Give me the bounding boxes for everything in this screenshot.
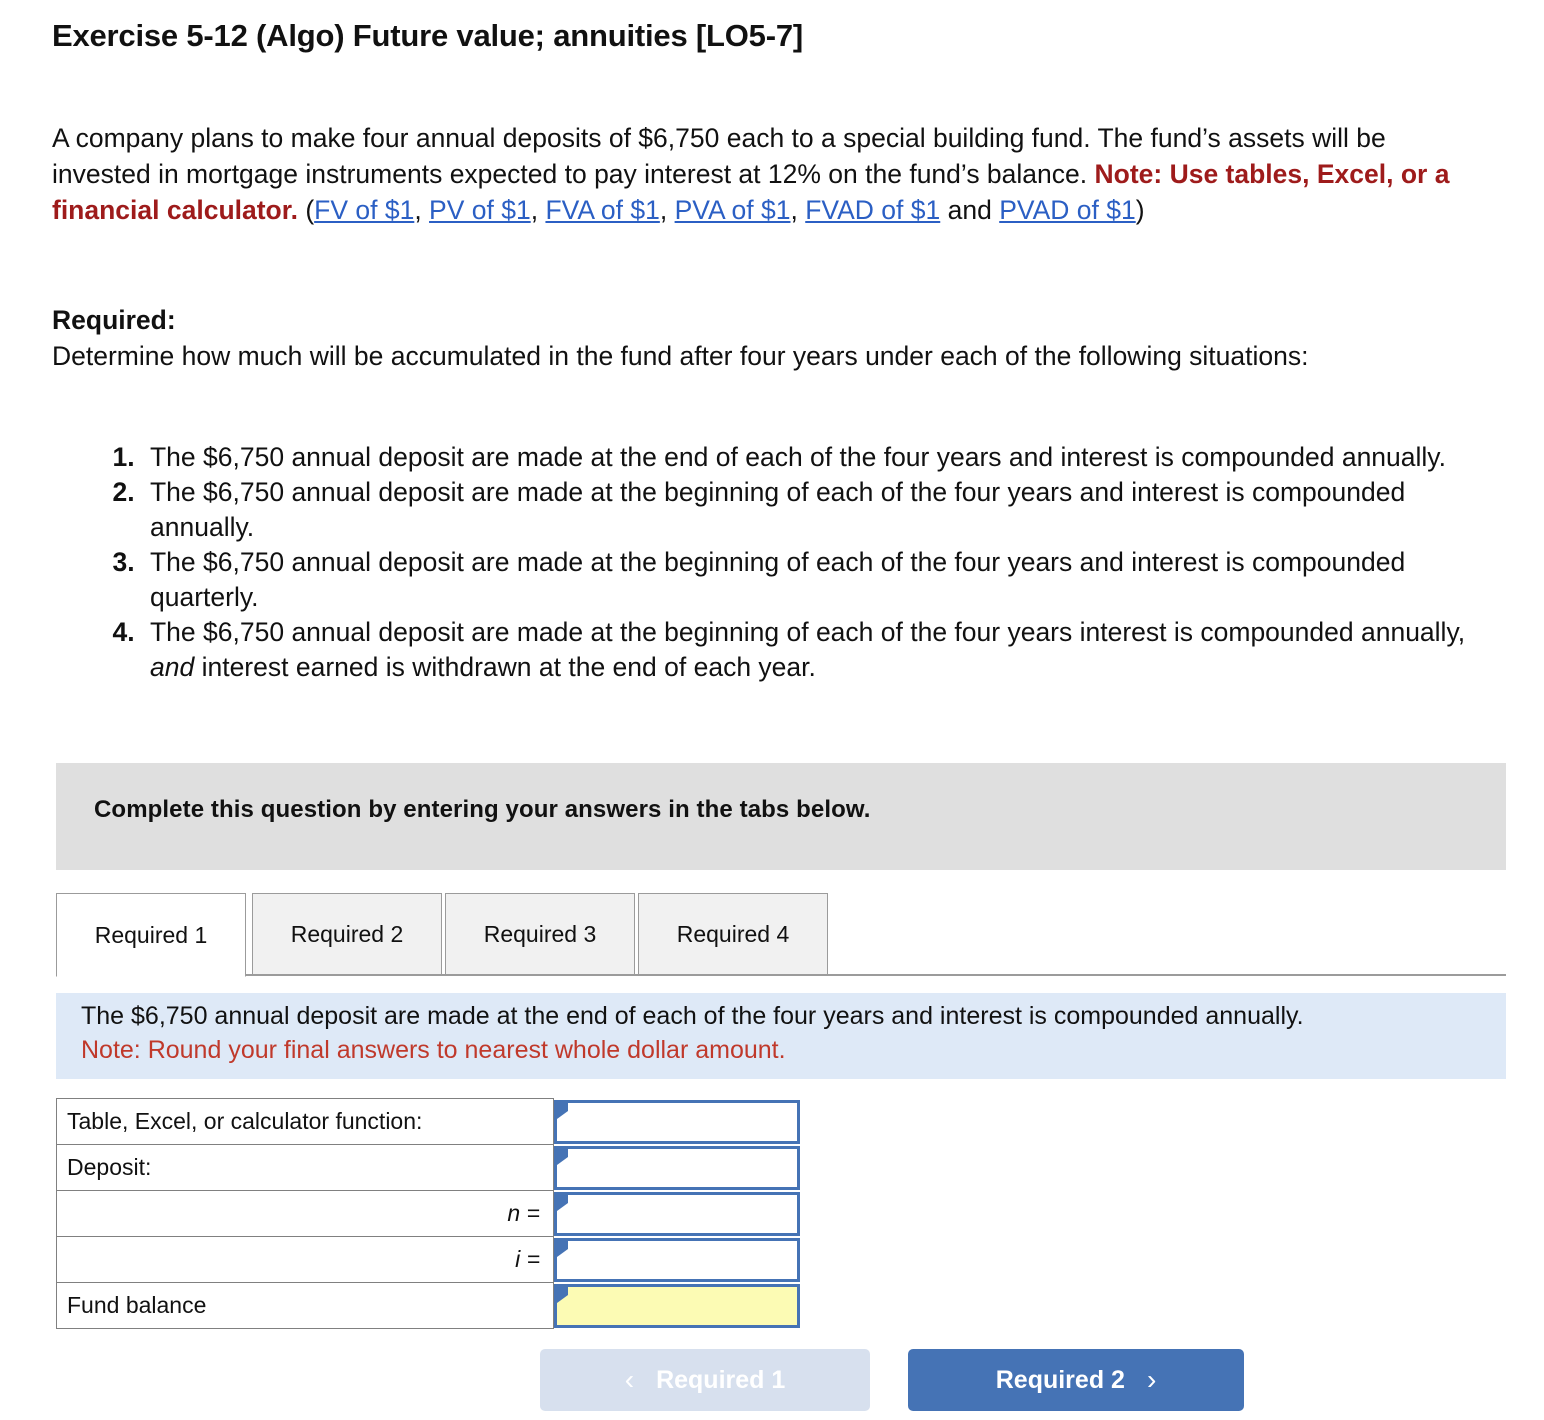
sep-4: and [940,195,1000,225]
situation-4-pre: The $6,750 annual deposit are made at th… [150,617,1466,647]
tab-required-1[interactable]: Required 1 [56,893,246,977]
row-label-function: Table, Excel, or calculator function: [56,1098,554,1145]
requirement-banner: The $6,750 annual deposit are made at th… [56,993,1506,1079]
tab-label: Required 1 [94,921,208,948]
answer-cell-fund-balance [554,1283,802,1329]
i-input[interactable] [557,1240,797,1279]
requirement-banner-text: The $6,750 annual deposit are made at th… [81,1002,1304,1030]
input-wrapper [554,1237,800,1282]
row-label-n: n = [56,1190,554,1237]
input-wrapper [554,1191,800,1236]
link-pva-of-1[interactable]: PVA of $1 [675,195,791,225]
next-required-button[interactable]: Required 2 › [908,1349,1244,1411]
prev-required-label: Required 1 [656,1365,786,1394]
situation-4-emphasis: and [150,652,195,682]
list-item: The $6,750 annual deposit are made at th… [142,545,1506,615]
list-item: The $6,750 annual deposit are made at th… [142,440,1506,475]
input-wrapper [554,1099,800,1144]
chevron-left-icon: ‹ [624,1364,635,1395]
fund-balance-input[interactable] [557,1286,797,1325]
instruction-bar-text: Complete this question by entering your … [94,796,871,823]
tab-required-3[interactable]: Required 3 [445,893,635,975]
answer-cell-n [554,1191,802,1237]
list-item: The $6,750 annual deposit are made at th… [142,475,1506,545]
row-label-deposit: Deposit: [56,1144,554,1191]
link-pvad-of-1[interactable]: PVAD of $1 [999,195,1136,225]
tab-label: Required 3 [483,920,597,947]
prev-required-button[interactable]: ‹ Required 1 [540,1349,870,1411]
chevron-right-icon: › [1146,1364,1157,1395]
link-fva-of-1[interactable]: FVA of $1 [545,195,659,225]
required-heading: Required: [52,305,176,335]
answer-cell-deposit [554,1145,802,1191]
sep-1: , [530,195,546,225]
next-required-label: Required 2 [995,1365,1125,1394]
table-row: i = [56,1236,802,1283]
tab-required-2[interactable]: Required 2 [252,893,442,975]
page-title: Exercise 5-12 (Algo) Future value; annui… [52,18,804,53]
sep-2: , [659,195,675,225]
problem-statement: A company plans to make four annual depo… [52,120,1482,228]
table-row: Deposit: [56,1144,802,1191]
answer-cell-function [554,1099,802,1145]
link-fvad-of-1[interactable]: FVAD of $1 [805,195,940,225]
input-wrapper [554,1145,800,1190]
link-fv-of-1[interactable]: FV of $1 [314,195,414,225]
deposit-input[interactable] [557,1148,797,1187]
tabstrip: Required 1 Required 2 Required 3 Require… [56,893,1506,985]
tab-label: Required 4 [676,920,790,947]
answer-table: Table, Excel, or calculator function: De… [56,1098,802,1329]
instruction-bar: Complete this question by entering your … [56,763,1506,870]
open-paren: ( [297,195,315,225]
table-row: n = [56,1190,802,1237]
table-row: Table, Excel, or calculator function: [56,1098,802,1145]
table-row: Fund balance [56,1282,802,1329]
sep-0: , [414,195,430,225]
sep-5: ) [1135,195,1145,225]
situation-4-post: interest earned is withdrawn at the end … [194,652,816,682]
row-label-i: i = [56,1236,554,1283]
required-body: Determine how much will be accumulated i… [52,341,1309,371]
requirement-banner-note: Note: Round your final answers to neares… [81,1036,786,1064]
row-label-fund-balance: Fund balance [56,1282,554,1329]
n-input[interactable] [557,1194,797,1233]
sep-3: , [790,195,806,225]
list-item: The $6,750 annual deposit are made at th… [142,615,1506,685]
function-input[interactable] [557,1102,797,1141]
situations-list: The $6,750 annual deposit are made at th… [96,440,1506,685]
answer-cell-i [554,1237,802,1283]
tab-required-4[interactable]: Required 4 [638,893,828,975]
tab-label: Required 2 [290,920,404,947]
input-wrapper-highlighted [554,1283,800,1328]
link-pv-of-1[interactable]: PV of $1 [429,195,531,225]
